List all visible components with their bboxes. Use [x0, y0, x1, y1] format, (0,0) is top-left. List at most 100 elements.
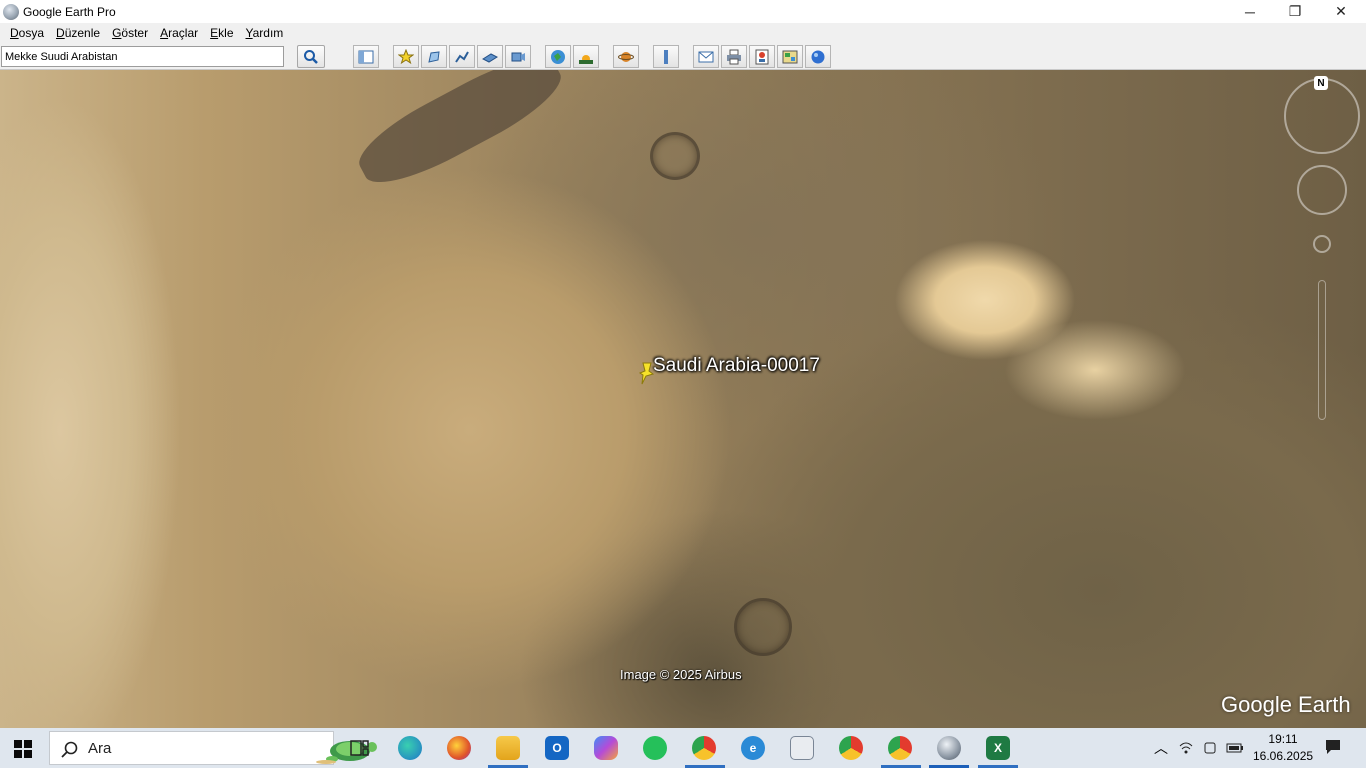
google-earth-brand-logo: Google Earth — [1221, 692, 1351, 717]
view-in-maps-icon — [782, 50, 798, 63]
menu-accel: D — [56, 26, 65, 40]
menu-accel: Y — [245, 26, 253, 40]
email-icon — [698, 51, 714, 62]
notifications-icon[interactable] — [1324, 738, 1342, 756]
maximize-button[interactable]: ❐ — [1272, 0, 1318, 23]
add-placemark-icon — [398, 48, 414, 64]
google-maps-button[interactable] — [805, 45, 831, 68]
menu-label: kle — [218, 26, 234, 40]
close-button[interactable]: ✕ — [1318, 0, 1364, 23]
excel-icon[interactable]: X — [986, 736, 1010, 760]
street-view-pegman-icon[interactable] — [1313, 235, 1331, 253]
menu-accel: D — [10, 26, 19, 40]
map-viewport[interactable]: Saudi Arabia-00017 Image © 2025 Airbus G… — [0, 70, 1366, 728]
outlook-icon[interactable]: O — [545, 736, 569, 760]
historical-imagery-button[interactable] — [545, 45, 571, 68]
windows-start-icon[interactable] — [14, 740, 32, 758]
menu-araclar[interactable]: Araçlar — [154, 26, 204, 40]
sunlight-icon — [579, 54, 593, 64]
minimize-button[interactable]: ─ — [1227, 0, 1273, 23]
sunlight-button[interactable] — [573, 45, 599, 68]
window-title: Google Earth Pro — [23, 4, 116, 19]
system-tray: ︿ — [1154, 728, 1244, 768]
planets-button[interactable] — [613, 45, 639, 68]
menu-bar: Dosya Düzenle Göster Araçlar Ekle Yardım — [0, 23, 1366, 43]
menu-duzenle[interactable]: Düzenle — [50, 26, 106, 40]
menu-label: ardım — [252, 26, 284, 40]
toolbar — [0, 43, 1366, 70]
copilot-icon[interactable] — [594, 736, 618, 760]
historical-imagery-icon — [551, 49, 565, 64]
sidebar-toggle-icon — [358, 50, 374, 63]
device-icon[interactable] — [1202, 740, 1218, 756]
menu-label: öster — [121, 26, 149, 40]
record-tour-icon — [511, 52, 525, 61]
menu-yardim[interactable]: Yardım — [240, 26, 290, 40]
start-tile — [14, 740, 22, 748]
system-clock[interactable]: 19:11 16.06.2025 — [1253, 731, 1313, 765]
network-wifi-icon[interactable] — [1178, 740, 1194, 756]
add-image-overlay-button[interactable] — [477, 45, 503, 68]
title-bar: Google Earth Pro ─ ❐ ✕ — [0, 0, 1366, 23]
internet-explorer-icon[interactable]: e — [741, 736, 765, 760]
menu-accel: E — [210, 26, 219, 40]
media-player-icon[interactable] — [790, 736, 814, 760]
clock-time: 19:11 — [1268, 732, 1298, 746]
edge-browser-icon[interactable] — [398, 736, 422, 760]
add-path-button[interactable] — [449, 45, 475, 68]
search-icon — [304, 49, 318, 64]
whatsapp-icon[interactable] — [643, 736, 667, 760]
chrome-profile-2-icon[interactable] — [839, 736, 863, 760]
windows-taskbar: Ara O e X ︿ 19:11 16.06.2025 — [0, 728, 1366, 768]
ruler-icon — [664, 49, 668, 64]
planets-icon — [618, 51, 634, 62]
menu-label: üzenle — [64, 26, 101, 40]
compass-north-icon[interactable]: N — [1314, 76, 1328, 90]
zoom-slider[interactable] — [1318, 280, 1326, 420]
battery-icon[interactable] — [1226, 740, 1244, 756]
search-icon — [61, 741, 78, 758]
taskbar-search-box[interactable]: Ara — [49, 731, 377, 765]
sidebar-toggle-button[interactable] — [353, 45, 379, 68]
menu-goster[interactable]: Göster — [106, 26, 154, 40]
add-image-overlay-icon — [482, 52, 498, 63]
add-path-icon — [455, 51, 469, 63]
dark-terrain-streak — [348, 70, 572, 199]
add-polygon-button[interactable] — [421, 45, 447, 68]
google-maps-icon — [811, 50, 825, 63]
print-icon — [727, 49, 741, 64]
task-view-icon[interactable] — [349, 738, 371, 758]
imagery-attribution: Image © 2025 Airbus — [620, 667, 742, 682]
save-image-icon — [755, 49, 769, 64]
menu-dosya[interactable]: Dosya — [4, 26, 50, 40]
save-image-button[interactable] — [749, 45, 775, 68]
search-button[interactable] — [297, 45, 325, 68]
menu-label: osya — [18, 26, 45, 40]
start-tile — [14, 750, 22, 758]
print-button[interactable] — [721, 45, 747, 68]
crater-south — [734, 598, 792, 656]
file-explorer-icon[interactable] — [496, 736, 520, 760]
navigation-move-ring[interactable] — [1297, 165, 1347, 215]
start-tile — [24, 750, 32, 758]
chrome-profile-3-icon[interactable] — [888, 736, 912, 760]
clock-date: 16.06.2025 — [1253, 749, 1314, 763]
menu-ekle[interactable]: Ekle — [204, 26, 239, 40]
start-tile — [24, 740, 32, 748]
ruler-button[interactable] — [653, 45, 679, 68]
google-earth-app-icon — [3, 3, 19, 20]
email-button[interactable] — [693, 45, 719, 68]
google-earth-taskbar-icon[interactable] — [937, 736, 961, 760]
record-tour-button[interactable] — [505, 45, 531, 68]
search-input[interactable] — [1, 46, 284, 67]
add-placemark-button[interactable] — [393, 45, 419, 68]
view-in-maps-button[interactable] — [777, 45, 803, 68]
placemark-label[interactable]: Saudi Arabia-00017 — [653, 355, 820, 377]
taskbar-search-placeholder: Ara — [88, 739, 112, 757]
show-hidden-icons-chevron-icon[interactable]: ︿ — [1154, 738, 1168, 758]
firefox-icon[interactable] — [447, 736, 471, 760]
add-polygon-icon — [428, 50, 440, 63]
crater-north — [650, 132, 700, 180]
chrome-profile-m-icon[interactable] — [692, 736, 716, 760]
search-highlight-turtle-icon — [316, 741, 377, 764]
